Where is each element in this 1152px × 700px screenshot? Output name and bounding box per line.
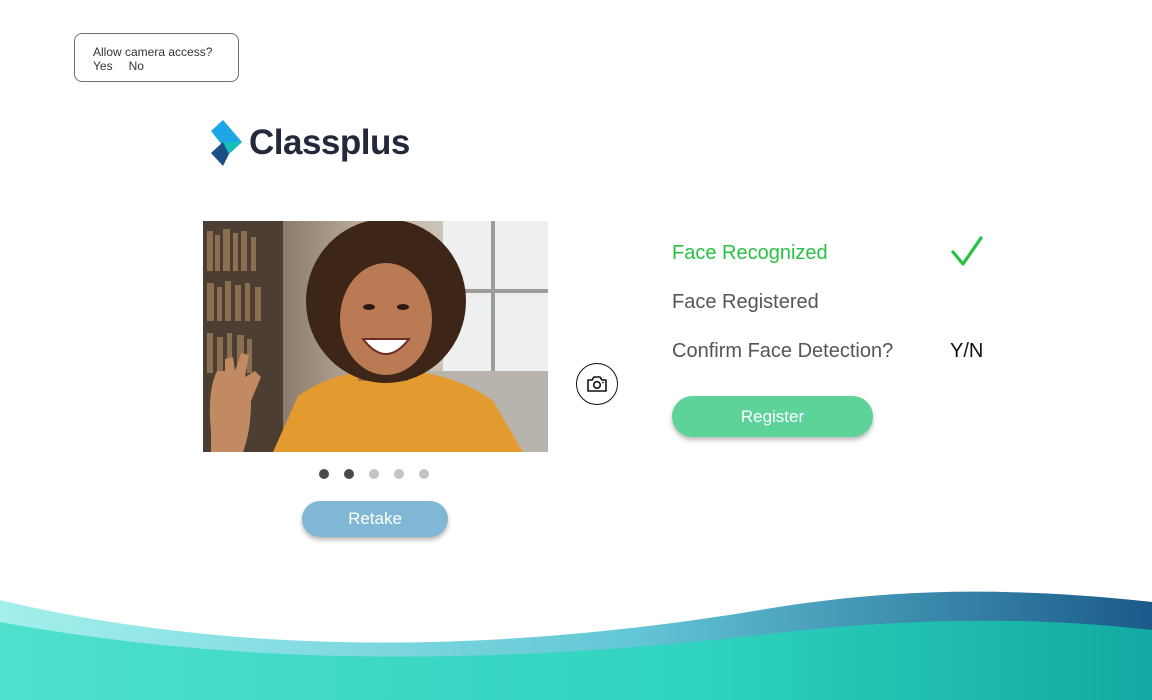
captured-face-photo — [203, 221, 548, 452]
permission-question: Allow camera access? — [93, 45, 213, 59]
carousel-dot-4[interactable] — [394, 469, 404, 479]
camera-permission-dialog: Allow camera access? Yes No — [74, 33, 239, 82]
brand-name: Classplus — [249, 123, 410, 162]
register-button[interactable]: Register — [672, 396, 873, 437]
user-photo — [203, 221, 548, 452]
retake-button[interactable]: Retake — [302, 501, 448, 537]
confirm-yes-no-toggle[interactable]: Y/N — [950, 339, 983, 363]
face-recognized-status: Face Recognized — [672, 242, 828, 264]
photo-carousel-indicator — [319, 469, 429, 479]
permission-no-option[interactable]: No — [129, 59, 144, 73]
confirm-face-detection-label: Confirm Face Detection? — [672, 340, 894, 362]
permission-actions: Yes No — [93, 59, 238, 73]
face-registered-status: Face Registered — [672, 291, 819, 313]
carousel-dot-3[interactable] — [369, 469, 379, 479]
permission-yes-option[interactable]: Yes — [93, 59, 113, 73]
capture-button[interactable] — [576, 363, 618, 405]
checkmark-icon — [951, 236, 983, 266]
carousel-dot-1[interactable] — [319, 469, 329, 479]
carousel-dot-2[interactable] — [344, 469, 354, 479]
camera-icon — [587, 376, 607, 392]
diamond-logo-icon — [211, 120, 242, 166]
decorative-wave — [0, 591, 1152, 700]
brand-logo: Classplus — [209, 120, 410, 166]
carousel-dot-5[interactable] — [419, 469, 429, 479]
